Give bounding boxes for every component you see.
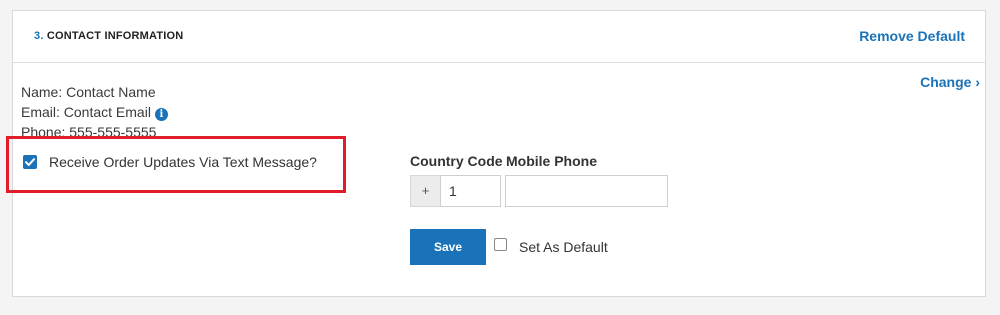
set-default-label[interactable]: Set As Default — [519, 239, 608, 255]
contact-email: Email: Contact Email — [21, 104, 151, 120]
chevron-right-icon: › — [975, 74, 980, 90]
remove-default-link[interactable]: Remove Default — [859, 28, 965, 44]
text-updates-label[interactable]: Receive Order Updates Via Text Message? — [49, 154, 317, 170]
change-label: Change — [920, 74, 972, 90]
checkmark-icon — [25, 158, 35, 166]
card-header: 3. CONTACT INFORMATION Remove Default — [13, 11, 985, 63]
text-updates-checkbox[interactable] — [23, 155, 37, 169]
mobile-phone-label: Mobile Phone — [506, 153, 597, 169]
country-code-label: Country Code — [410, 153, 503, 169]
set-default-checkbox[interactable] — [494, 238, 507, 251]
contact-email-row: Email: Contact Email i — [21, 104, 168, 121]
info-circle-icon[interactable]: i — [154, 108, 168, 121]
section-title: 3. CONTACT INFORMATION — [34, 30, 183, 42]
contact-name: Name: Contact Name — [21, 84, 156, 100]
section-title-text: CONTACT INFORMATION — [46, 30, 184, 42]
mobile-phone-input[interactable] — [505, 175, 668, 207]
section-number: 3. — [34, 30, 44, 42]
change-link[interactable]: Change › — [920, 74, 980, 90]
save-button[interactable]: Save — [410, 229, 486, 265]
country-code-input[interactable] — [440, 175, 501, 207]
plus-prefix: + — [410, 175, 440, 207]
